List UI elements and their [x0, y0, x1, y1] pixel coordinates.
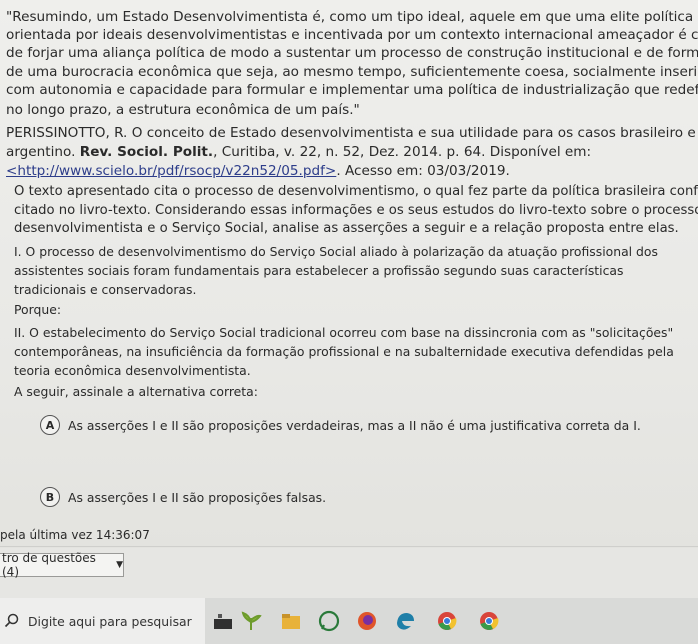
task-view-icon[interactable] — [212, 610, 234, 632]
reference-line: PERISSINOTTO, R. O conceito de Estado de… — [6, 125, 696, 141]
option-b[interactable]: B As asserções I e II são proposições fa… — [40, 487, 326, 507]
taskbar-search-box[interactable]: Digite aqui para pesquisar — [0, 598, 205, 644]
context-line: citado no livro-texto. Considerando essa… — [14, 203, 698, 218]
divider — [0, 546, 698, 547]
file-explorer-icon[interactable] — [280, 610, 302, 632]
quote-line: orientada por ideais desenvolvimentistas… — [6, 27, 698, 43]
journal-name: Rev. Sociol. Polit. — [79, 144, 214, 160]
chrome-icon[interactable] — [436, 610, 458, 632]
reference-text: , Curitiba, v. 22, n. 52, Dez. 2014. p. … — [213, 144, 592, 160]
quote-line: de uma burocracia econômica que seja, ao… — [6, 64, 698, 80]
taskbar-search-placeholder: Digite aqui para pesquisar — [28, 613, 192, 629]
assertion-line: I. O processo de desenvolvimentismo do S… — [14, 244, 658, 259]
whatsapp-icon[interactable] — [318, 610, 340, 632]
reference-text: argentino. — [6, 144, 80, 160]
assertion-line: II. O estabelecimento do Serviço Social … — [14, 325, 674, 340]
quote-line: no longo prazo, a estrutura econômica de… — [6, 102, 360, 118]
reference-line: <http://www.scielo.br/pdf/rsocp/v22n52/0… — [6, 162, 510, 180]
context-line: desenvolvimentista e o Serviço Social, a… — [14, 221, 679, 236]
access-date: . Acesso em: 03/03/2019. — [336, 163, 510, 179]
assertion-line: contemporâneas, na insuficiência da form… — [14, 344, 674, 359]
reference-line: argentino. Rev. Sociol. Polit., Curitiba… — [6, 143, 591, 161]
assertion-line: teoria econômica desenvolvimentista. — [14, 363, 251, 378]
option-text[interactable]: As asserções I e II são proposições verd… — [68, 418, 641, 433]
chevron-down-icon: ▼ — [116, 560, 123, 570]
plant-app-icon[interactable] — [240, 610, 262, 632]
option-letter-badge[interactable]: A — [40, 415, 60, 435]
search-icon — [4, 613, 19, 628]
question-navigator-label: tro de questões (4) — [2, 551, 96, 579]
chrome-profile-icon[interactable] — [478, 610, 500, 632]
option-text[interactable]: As asserções I e II são proposições fals… — [68, 490, 326, 505]
taskbar: Digite aqui para pesquisar — [0, 598, 698, 644]
assertion-line: assistentes sociais foram fundamentais p… — [14, 263, 624, 278]
porque-label: Porque: — [14, 302, 62, 317]
quote-line: de forjar uma aliança política de modo a… — [6, 45, 698, 61]
last-saved-status: pela última vez 14:36:07 — [0, 528, 150, 542]
context-line: O texto apresentado cita o processo de d… — [14, 184, 698, 199]
option-a[interactable]: A As asserções I e II são proposições ve… — [40, 415, 641, 435]
firefox-icon[interactable] — [356, 610, 378, 632]
quote-line: "Resumindo, um Estado Desenvolvimentista… — [6, 9, 694, 25]
quote-line: com autonomia e capacidade para formular… — [6, 82, 698, 98]
option-letter-badge[interactable]: B — [40, 487, 60, 507]
instruction-text: A seguir, assinale a alternativa correta… — [14, 384, 258, 399]
assertion-line: tradicionais e conservadoras. — [14, 282, 197, 297]
question-navigator-dropdown[interactable]: tro de questões (4) ▼ — [0, 551, 124, 579]
edge-icon[interactable] — [394, 610, 416, 632]
source-link[interactable]: <http://www.scielo.br/pdf/rsocp/v22n52/0… — [6, 163, 336, 179]
question-page: "Resumindo, um Estado Desenvolvimentista… — [0, 0, 698, 548]
